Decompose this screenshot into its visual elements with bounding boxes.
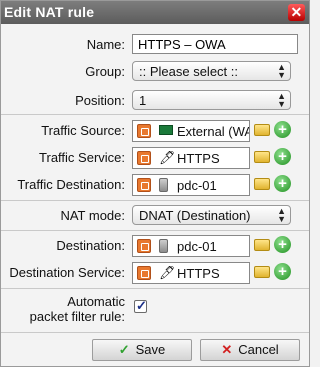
auto-filter-label: Automatic packet filter rule:: [30, 294, 125, 324]
folder-icon[interactable]: [254, 124, 270, 136]
nat-mode-select[interactable]: DNAT (Destination) ▲ ▼: [132, 205, 291, 225]
select-arrows-icon: ▲ ▼: [277, 91, 286, 109]
name-label: Name:: [86, 37, 125, 52]
remove-icon[interactable]: [137, 178, 151, 192]
folder-icon[interactable]: [254, 266, 270, 278]
add-icon[interactable]: +: [274, 121, 291, 138]
traffic-destination-row: Traffic Destination: pdc-01 +: [1, 172, 309, 198]
auto-filter-checkbox[interactable]: ✓: [134, 298, 147, 313]
add-icon[interactable]: +: [274, 263, 291, 280]
service-icon: 🖊: [159, 150, 176, 165]
dialog-titlebar: Edit NAT rule ✕: [1, 1, 309, 24]
group-label: Group:: [85, 64, 125, 79]
network-card-icon: [159, 124, 173, 138]
add-icon[interactable]: +: [274, 236, 291, 253]
position-select-value: 1: [139, 93, 147, 108]
add-icon[interactable]: +: [274, 148, 291, 165]
divider: [1, 230, 309, 231]
server-icon: [159, 239, 168, 256]
check-icon: ✓: [136, 298, 147, 313]
cancel-button[interactable]: ✕ Cancel: [200, 339, 300, 361]
remove-icon[interactable]: [137, 266, 151, 280]
traffic-source-label: Traffic Source:: [41, 123, 125, 138]
destination-service-label: Destination Service:: [9, 265, 125, 280]
cross-icon: ✕: [221, 342, 233, 357]
position-select[interactable]: 1 ▲ ▼: [132, 90, 291, 110]
traffic-source-field[interactable]: External (WA: [132, 120, 250, 142]
divider: [1, 114, 309, 115]
group-select-value: :: Please select ::: [139, 64, 238, 79]
destination-service-field[interactable]: 🖊 HTTPS: [132, 262, 250, 284]
destination-row: Destination: pdc-01 +: [1, 233, 309, 259]
divider: [1, 332, 309, 333]
traffic-service-field[interactable]: 🖊 HTTPS: [132, 147, 250, 169]
divider: [1, 288, 309, 289]
traffic-destination-value: pdc-01: [177, 178, 217, 193]
destination-field[interactable]: pdc-01: [132, 235, 250, 257]
group-select[interactable]: :: Please select :: ▲ ▼: [132, 61, 291, 81]
remove-icon[interactable]: [137, 151, 151, 165]
auto-filter-row: Automatic packet filter rule: ✓: [1, 292, 309, 326]
auto-filter-label-line1: Automatic: [67, 294, 125, 309]
traffic-service-row: Traffic Service: 🖊 HTTPS +: [1, 145, 309, 171]
remove-icon[interactable]: [137, 124, 151, 138]
folder-icon[interactable]: [254, 239, 270, 251]
server-icon: [159, 178, 168, 195]
save-button[interactable]: ✓ Save: [92, 339, 192, 361]
edit-nat-rule-dialog: Edit NAT rule ✕ Name: Group: :: Please s…: [0, 0, 310, 367]
auto-filter-label-line2: packet filter rule:: [29, 309, 125, 324]
nat-mode-row: NAT mode: DNAT (Destination) ▲ ▼: [1, 203, 309, 229]
remove-icon[interactable]: [137, 239, 151, 253]
traffic-source-row: Traffic Source: External (WA +: [1, 118, 309, 144]
nat-mode-select-value: DNAT (Destination): [139, 208, 251, 223]
traffic-service-label: Traffic Service:: [39, 150, 125, 165]
position-row: Position: 1 ▲ ▼: [1, 88, 309, 114]
select-arrows-icon: ▲ ▼: [277, 62, 286, 80]
traffic-destination-field[interactable]: pdc-01: [132, 174, 250, 196]
nat-mode-label: NAT mode:: [60, 208, 125, 223]
destination-service-value: HTTPS: [177, 266, 220, 281]
traffic-service-value: HTTPS: [177, 151, 220, 166]
save-button-label: Save: [135, 342, 166, 357]
folder-icon[interactable]: [254, 151, 270, 163]
destination-label: Destination:: [56, 238, 125, 253]
name-row: Name:: [1, 32, 309, 58]
folder-icon[interactable]: [254, 178, 270, 190]
divider: [1, 200, 309, 201]
destination-value: pdc-01: [177, 239, 217, 254]
cancel-button-label: Cancel: [238, 342, 279, 357]
close-icon[interactable]: ✕: [288, 4, 305, 21]
select-arrows-icon: ▲ ▼: [277, 206, 286, 224]
position-label: Position:: [75, 93, 125, 108]
group-row: Group: :: Please select :: ▲ ▼: [1, 59, 309, 85]
destination-service-row: Destination Service: 🖊 HTTPS +: [1, 260, 309, 286]
dialog-title: Edit NAT rule: [4, 4, 95, 20]
traffic-destination-label: Traffic Destination:: [17, 177, 125, 192]
add-icon[interactable]: +: [274, 175, 291, 192]
traffic-source-value: External (WA: [177, 124, 250, 139]
checkmark-icon: ✓: [118, 342, 130, 357]
service-icon: 🖊: [159, 265, 176, 280]
name-input[interactable]: [132, 34, 298, 54]
